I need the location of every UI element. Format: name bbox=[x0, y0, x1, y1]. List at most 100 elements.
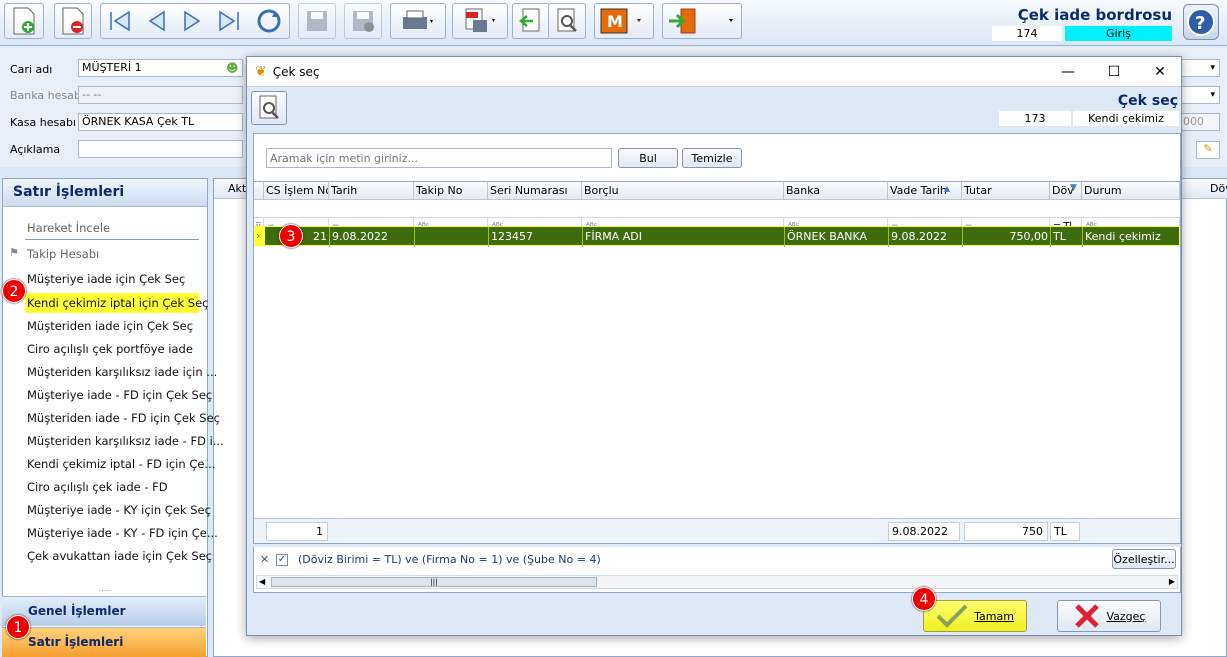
scroll-right-icon[interactable]: ▶ bbox=[1169, 576, 1175, 588]
search-input[interactable] bbox=[266, 148, 612, 168]
cek-sec-dialog: ❦ Çek seç — ☐ ✕ Çek seç 173 Kendi çekimi… bbox=[246, 56, 1182, 636]
col-header[interactable]: Durum bbox=[1082, 182, 1180, 200]
check-grid: CS İşlem No Tarih Takip No Seri Numarası… bbox=[253, 181, 1181, 544]
operation-item-selected[interactable]: Kendi çekimiz iptal için Çek Seç bbox=[25, 293, 209, 313]
delete-document-button[interactable] bbox=[54, 3, 92, 39]
col-header[interactable]: CS İşlem No bbox=[264, 182, 329, 200]
inspect-icon bbox=[259, 95, 279, 119]
last-record-icon[interactable] bbox=[216, 10, 242, 32]
minimize-button[interactable]: — bbox=[1045, 57, 1091, 87]
operation-item[interactable]: Takip Hesabı bbox=[27, 247, 99, 261]
col-header[interactable]: Borçlu bbox=[582, 182, 784, 200]
cancel-button[interactable]: Vazgeç bbox=[1057, 600, 1161, 632]
col-header[interactable]: Takip No bbox=[414, 182, 488, 200]
step-marker-4: 4 bbox=[912, 587, 936, 611]
scroll-thumb[interactable]: ||| bbox=[271, 577, 597, 587]
save-close-button[interactable] bbox=[344, 3, 382, 39]
banka-field[interactable]: -- -- bbox=[78, 86, 243, 104]
next-record-icon[interactable] bbox=[181, 10, 203, 32]
col-header[interactable]: Döv bbox=[1050, 182, 1082, 200]
operation-item[interactable]: Müşteriden iade - FD için Çek Seç bbox=[27, 411, 220, 425]
dialog-header-number: 173 bbox=[999, 111, 1071, 126]
import-button[interactable] bbox=[512, 3, 550, 39]
main-toolbar: M Çek iade bordrosu 174 Giriş ? bbox=[0, 0, 1227, 46]
help-button[interactable]: ? bbox=[1183, 4, 1219, 40]
inspect-button[interactable] bbox=[251, 91, 287, 125]
inspect-button[interactable] bbox=[548, 3, 586, 39]
clear-filter-icon[interactable]: ✕ bbox=[260, 553, 269, 566]
indicator-header bbox=[254, 182, 264, 200]
right-dropdown-2[interactable]: ▾ bbox=[1180, 86, 1220, 104]
col-header[interactable]: Seri Numarası bbox=[488, 182, 582, 200]
butterfly-icon: ❦ bbox=[255, 63, 267, 80]
pdf-icon bbox=[465, 8, 495, 32]
inspect-icon bbox=[557, 8, 577, 32]
right-edit-icon[interactable]: ✎ bbox=[1196, 141, 1220, 159]
exit-button[interactable] bbox=[662, 3, 742, 39]
first-record-icon[interactable] bbox=[107, 10, 133, 32]
filter-active-checkbox[interactable]: ✓ bbox=[276, 554, 288, 566]
print-button[interactable] bbox=[390, 3, 446, 39]
right-dropdown-1[interactable]: ▾ bbox=[1180, 59, 1220, 77]
operation-item[interactable]: Müşteriden iade için Çek Seç bbox=[27, 319, 193, 333]
cell-vade: 9.08.2022 bbox=[889, 227, 963, 247]
close-button[interactable]: ✕ bbox=[1137, 57, 1183, 87]
grid-row-selected[interactable]: › 21 9.08.2022 123457 FİRMA ADI ÖRNEK BA… bbox=[254, 226, 1180, 247]
scroll-left-icon[interactable]: ◀ bbox=[259, 576, 265, 588]
operation-item[interactable]: Müşteriden karşılıksız iade için ... bbox=[27, 365, 217, 379]
col-header[interactable]: Vade Tarih bbox=[888, 182, 962, 200]
previous-record-icon[interactable] bbox=[146, 10, 168, 32]
operation-item[interactable]: Müşteriye iade için Çek Seç bbox=[27, 272, 185, 286]
col-header[interactable]: Tutar bbox=[962, 182, 1050, 200]
aciklama-field[interactable] bbox=[78, 140, 243, 158]
group-row-operations[interactable]: Satır İşlemleri bbox=[2, 627, 206, 657]
operation-item[interactable]: Kendi çekimiz iptal - FD için Çe... bbox=[27, 457, 215, 471]
col-header[interactable]: Banka bbox=[784, 182, 888, 200]
splitter-handle[interactable]: ..... bbox=[3, 585, 207, 593]
exit-door-icon bbox=[669, 8, 733, 34]
customize-button[interactable]: Özelleştir... bbox=[1112, 549, 1176, 569]
document-state: Giriş bbox=[1065, 26, 1172, 41]
kasa-label: Kasa hesabı bbox=[10, 116, 76, 129]
filter-expression[interactable]: (Döviz Birimi = TL) ve (Firma No = 1) ve… bbox=[298, 553, 601, 566]
col-header[interactable]: Tarih bbox=[329, 182, 414, 200]
group-general-operations[interactable]: Genel İşlemler bbox=[2, 596, 206, 626]
find-button[interactable]: Bul bbox=[618, 148, 678, 168]
maximize-button[interactable]: ☐ bbox=[1091, 57, 1137, 87]
svg-text:M: M bbox=[607, 12, 623, 31]
footer-count: 1 bbox=[266, 522, 328, 541]
operation-item[interactable]: Çek avukattan iade için Çek Seç bbox=[27, 549, 212, 563]
operation-item[interactable]: Müşteriye iade - KY için Çek Seç bbox=[27, 503, 211, 517]
operation-item[interactable]: Ciro açılışlı çek portföye iade bbox=[27, 342, 193, 356]
pdf-export-button[interactable] bbox=[452, 3, 508, 39]
footer-vade: 9.08.2022 bbox=[888, 522, 960, 541]
ok-button[interactable]: Tamam bbox=[923, 600, 1027, 632]
filter-row: ⊽ ═ ═ ᴬᴮᶜ ᴬᴮᶜ ᴬᴮᶜ ᴬᴮᶜ ═ ═ ═ Tl ᴬᴮᶜ bbox=[254, 200, 1180, 236]
operation-item[interactable]: Ciro açılışlı çek iade - FD bbox=[27, 480, 168, 494]
operation-item[interactable]: Müşteriye iade - FD için Çek Seç bbox=[27, 388, 212, 402]
operation-item[interactable]: Hareket İncele bbox=[27, 221, 110, 235]
divider bbox=[25, 239, 199, 240]
delete-document-icon bbox=[62, 7, 84, 35]
refresh-icon[interactable] bbox=[255, 7, 283, 35]
search-area: Bul Temizle bbox=[253, 133, 1181, 181]
step-marker-2: 2 bbox=[2, 279, 26, 303]
people-picker-icon[interactable]: ☻ bbox=[226, 61, 239, 75]
step-marker-1: 1 bbox=[6, 615, 30, 639]
new-document-icon bbox=[13, 7, 35, 35]
cell-tutar: 750,00 bbox=[963, 227, 1051, 247]
operation-item[interactable]: Müşteriye iade - KY - FD için Çe... bbox=[27, 526, 218, 540]
operation-item[interactable]: Müşteriden karşılıksız iade - FD i... bbox=[27, 434, 224, 448]
new-document-button[interactable] bbox=[4, 3, 44, 39]
kasa-field[interactable]: ÖRNEK KASA Çek TL bbox=[78, 113, 243, 131]
dialog-title: Çek seç bbox=[272, 64, 320, 79]
horizontal-scrollbar[interactable]: ◀ ||| ▶ bbox=[256, 575, 1178, 589]
m-module-button[interactable]: M bbox=[594, 3, 654, 39]
cari-field[interactable]: MÜŞTERİ 1 bbox=[78, 59, 243, 77]
sort-ascending-icon: ▲ bbox=[944, 184, 951, 193]
clear-button[interactable]: Temizle bbox=[682, 148, 742, 168]
grid-header: CS İşlem No Tarih Takip No Seri Numarası… bbox=[254, 182, 1180, 200]
grid-footer: 1 9.08.2022 750 TL bbox=[254, 518, 1180, 543]
save-button[interactable] bbox=[298, 3, 336, 39]
column-filter-icon[interactable]: ▼ bbox=[1070, 183, 1077, 193]
